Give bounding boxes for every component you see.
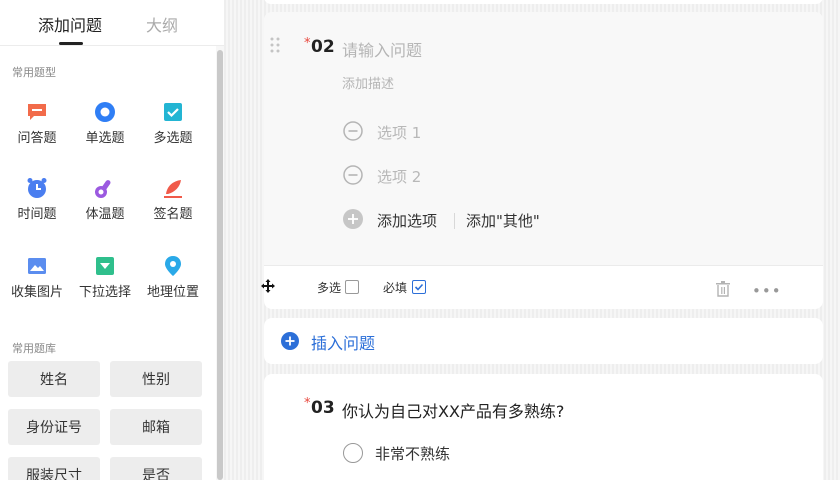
qtype-collect-images[interactable]: 收集图片 bbox=[0, 254, 74, 300]
library-item-name[interactable]: 姓名 bbox=[8, 361, 100, 397]
insert-question-button[interactable]: 插入问题 bbox=[264, 318, 823, 364]
qtype-multi-choice[interactable]: 多选题 bbox=[136, 100, 210, 146]
option-input[interactable]: 选项 2 bbox=[377, 166, 421, 187]
move-cursor-icon bbox=[261, 279, 275, 293]
more-options-icon[interactable]: ••• bbox=[752, 282, 782, 300]
question-number: 02 bbox=[311, 37, 335, 57]
message-icon bbox=[28, 104, 46, 120]
library-item-yes-no[interactable]: 是否 bbox=[110, 457, 202, 480]
tab-add-question[interactable]: 添加问题 bbox=[38, 12, 102, 36]
qtype-label: 地理位置 bbox=[146, 285, 199, 300]
radio-option[interactable] bbox=[343, 443, 363, 463]
sidebar-scrollbar-thumb[interactable] bbox=[217, 50, 223, 480]
previous-question-card bbox=[264, 0, 823, 4]
multi-select-label: 多选 bbox=[317, 281, 342, 295]
checkbox-icon bbox=[164, 103, 182, 121]
question-description-input[interactable]: 添加描述 bbox=[342, 73, 394, 92]
question-card-03[interactable]: * 03 你认为自己对XX产品有多熟练? 非常不熟练 bbox=[264, 374, 823, 480]
qtype-temperature[interactable]: 体温题 bbox=[68, 176, 142, 222]
question-card-02[interactable]: * 02 请输入问题 添加描述 选项 1 选项 2 添加选项 添加"其他" 多选… bbox=[264, 12, 823, 309]
library-item-clothing-size[interactable]: 服装尺寸 bbox=[8, 457, 100, 480]
tab-outline[interactable]: 大纲 bbox=[146, 12, 178, 36]
required-mark: * bbox=[304, 36, 311, 51]
location-pin-icon bbox=[165, 256, 181, 276]
required-toggle-label: 必填 bbox=[383, 281, 408, 295]
qtype-label: 下拉选择 bbox=[78, 285, 131, 300]
image-icon bbox=[28, 258, 46, 274]
trash-icon[interactable] bbox=[714, 280, 732, 298]
sidebar-tabs: 添加问题 大纲 bbox=[0, 0, 224, 46]
qtype-single-choice[interactable]: 单选题 bbox=[68, 100, 142, 146]
required-checkbox[interactable] bbox=[412, 280, 426, 294]
qtype-label: 单选题 bbox=[85, 131, 125, 146]
qtype-text-answer[interactable]: 问答题 bbox=[0, 100, 74, 146]
option-input[interactable]: 选项 1 bbox=[377, 122, 421, 143]
add-circle-icon bbox=[281, 332, 299, 350]
divider bbox=[454, 213, 455, 229]
qtype-label: 问答题 bbox=[17, 131, 57, 146]
option-label: 非常不熟练 bbox=[375, 445, 451, 463]
qtype-label: 收集图片 bbox=[10, 285, 63, 300]
library-item-id-number[interactable]: 身份证号 bbox=[8, 409, 100, 445]
insert-question-label: 插入问题 bbox=[311, 334, 376, 353]
pen-icon bbox=[164, 180, 182, 198]
active-tab-indicator bbox=[59, 42, 83, 45]
remove-option-icon[interactable] bbox=[343, 165, 363, 185]
alarm-clock-icon bbox=[27, 178, 47, 198]
library-item-gender[interactable]: 性别 bbox=[110, 361, 202, 397]
required-mark: * bbox=[304, 396, 311, 411]
common-types-heading: 常用题型 bbox=[12, 66, 56, 79]
multi-select-checkbox[interactable] bbox=[345, 280, 359, 294]
drag-handle-icon[interactable] bbox=[270, 37, 280, 53]
qtype-dropdown[interactable]: 下拉选择 bbox=[68, 254, 142, 300]
thermometer-icon bbox=[95, 180, 111, 198]
question-library-heading: 常用题库 bbox=[12, 342, 56, 355]
remove-option-icon[interactable] bbox=[343, 121, 363, 141]
dropdown-icon bbox=[96, 257, 114, 275]
add-other-option-button[interactable]: 添加"其他" bbox=[466, 210, 540, 231]
qtype-label: 体温题 bbox=[85, 207, 125, 222]
qtype-location[interactable]: 地理位置 bbox=[136, 254, 210, 300]
add-option-button[interactable]: 添加选项 bbox=[377, 210, 437, 231]
question-title[interactable]: 你认为自己对XX产品有多熟练? bbox=[342, 398, 564, 422]
qtype-signature[interactable]: 签名题 bbox=[136, 176, 210, 222]
divider bbox=[264, 265, 823, 266]
radio-icon bbox=[95, 102, 115, 122]
library-item-email[interactable]: 邮箱 bbox=[110, 409, 202, 445]
qtype-label: 多选题 bbox=[153, 131, 193, 146]
question-number: 03 bbox=[311, 398, 335, 418]
question-title-input[interactable]: 请输入问题 bbox=[342, 37, 422, 61]
qtype-label: 时间题 bbox=[17, 207, 57, 222]
qtype-label: 签名题 bbox=[153, 207, 193, 222]
qtype-time[interactable]: 时间题 bbox=[0, 176, 74, 222]
checkmark-icon bbox=[414, 283, 424, 291]
add-option-icon[interactable] bbox=[343, 209, 363, 229]
sidebar: 添加问题 大纲 常用题型 问答题 单选题 多选题 时间题 体温题 签名题 收集图… bbox=[0, 0, 224, 480]
